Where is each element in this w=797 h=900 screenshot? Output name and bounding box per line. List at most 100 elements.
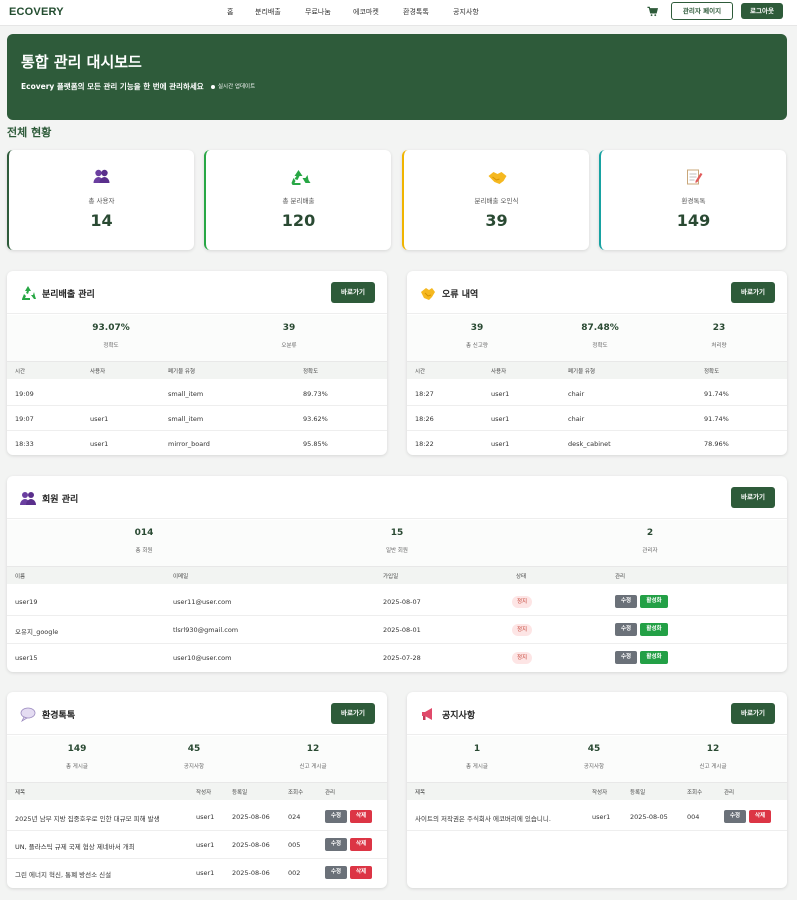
stats-row: 014 총 회원 15 일반 회원 2 관리자 xyxy=(7,520,787,566)
cell-joined: 2025-07-28 xyxy=(383,654,421,662)
stat-value: 87.48% xyxy=(581,323,619,333)
table-row[interactable]: user19 user11@user.com 2025-08-07 정지 수정 … xyxy=(7,587,787,616)
stat-value: 1 xyxy=(473,744,481,754)
memo-icon xyxy=(687,169,703,185)
stat-value: 39 xyxy=(282,323,296,333)
table-row[interactable]: 18:22 user1 desk_cabinet 78.96% xyxy=(407,431,787,455)
status-badge: 정지 xyxy=(512,652,533,664)
column-header: 등록일 xyxy=(630,790,646,796)
cell-user: user1 xyxy=(90,415,109,423)
cell-time: 19:07 xyxy=(15,415,34,423)
users-icon xyxy=(20,492,36,505)
table-row[interactable]: 2025년 남부 지방 집중호우로 인한 대규모 피해 발생 user1 202… xyxy=(7,803,387,831)
nav-link-talk[interactable]: 환경톡톡 xyxy=(403,7,429,17)
recycle-go-button[interactable]: 바로가기 xyxy=(331,282,375,303)
edit-button[interactable]: 수정 xyxy=(615,623,637,636)
cell-type: mirror_board xyxy=(168,440,210,448)
edit-button[interactable]: 수정 xyxy=(615,595,637,608)
table-row[interactable]: 그린 에너지 혁신, 통폐 방선소 신설 user1 2025-08-06 00… xyxy=(7,859,387,887)
cell-user: user1 xyxy=(491,440,510,448)
table-row[interactable]: 19:07 user1 small_item 93.62% xyxy=(7,406,387,431)
hero-subtitle: Ecovery 플랫폼의 모든 관리 기능을 한 번에 관리하세요 xyxy=(21,82,204,91)
members-go-button[interactable]: 바로가기 xyxy=(731,487,775,508)
card-title: 회원 관리 xyxy=(42,495,79,505)
stat-label-users: 총 사용자 xyxy=(88,197,115,205)
activate-button[interactable]: 활성화 xyxy=(640,651,668,664)
column-header: 시간 xyxy=(15,369,26,375)
delete-button[interactable]: 삭제 xyxy=(350,838,372,851)
activate-button[interactable]: 활성화 xyxy=(640,623,668,636)
dashboard-hero: 통합 관리 대시보드 Ecovery 플랫폼의 모든 관리 기능을 한 번에 관… xyxy=(7,34,787,120)
table-row[interactable]: 18:33 user1 mirror_board 95.85% xyxy=(7,431,387,455)
table-row[interactable]: 사이트의 저작권은 주식회사 에코버리에 있습니니. user1 2025-08… xyxy=(407,803,787,831)
cell-joined: 2025-08-07 xyxy=(383,598,421,606)
column-header: 작성자 xyxy=(196,790,212,796)
table-row[interactable]: 18:26 user1 chair 91.74% xyxy=(407,406,787,431)
table-row[interactable]: UN, 플라스틱 규제 국제 협상 제네바서 개최 user1 2025-08-… xyxy=(7,831,387,859)
stat-label: 일반 회원 xyxy=(386,548,408,554)
column-header: 조회수 xyxy=(687,790,703,796)
logout-button[interactable]: 로그아웃 xyxy=(741,3,783,19)
notice-card: 공지사항 바로가기 1 총 게시글 45 공지사항 12 신고 게시글 제목 작… xyxy=(407,692,787,888)
cell-accuracy: 93.62% xyxy=(303,415,328,423)
edit-button[interactable]: 수정 xyxy=(724,810,746,823)
users-icon xyxy=(93,169,110,183)
edit-button[interactable]: 수정 xyxy=(325,866,347,879)
logo[interactable]: ECOVERY xyxy=(9,6,64,18)
nav-link-recycle[interactable]: 분리배출 xyxy=(255,7,281,17)
cell-title[interactable]: 그린 에너지 혁신, 통폐 방선소 신설 xyxy=(15,869,111,879)
stat-label-recycle: 총 분리배출 xyxy=(282,197,315,205)
table-header: 제목 작성자 등록일 조회수 관리 xyxy=(407,782,787,800)
stat-value: 93.07% xyxy=(92,323,130,333)
column-header: 가입일 xyxy=(383,574,399,580)
activate-button[interactable]: 활성화 xyxy=(640,595,668,608)
cell-email: user10@user.com xyxy=(173,654,232,662)
edit-button[interactable]: 수정 xyxy=(325,810,347,823)
cell-title[interactable]: UN, 플라스틱 규제 국제 협상 제네바서 개최 xyxy=(15,841,135,851)
errors-go-button[interactable]: 바로가기 xyxy=(731,282,775,303)
talk-go-button[interactable]: 바로가기 xyxy=(331,703,375,724)
handshake-icon xyxy=(421,288,435,300)
cell-email: tlsrl930@gmail.com xyxy=(173,626,239,634)
cell-name: user15 xyxy=(15,654,38,662)
megaphone-icon xyxy=(422,708,432,720)
nav-link-home[interactable]: 홈 xyxy=(227,7,233,17)
delete-button[interactable]: 삭제 xyxy=(350,810,372,823)
cart-icon[interactable] xyxy=(647,6,658,17)
cell-accuracy: 91.74% xyxy=(704,415,729,423)
cell-accuracy: 89.73% xyxy=(303,390,328,398)
admin-page-button[interactable]: 관리자 페이지 xyxy=(671,2,733,20)
cell-author: user1 xyxy=(592,813,611,821)
cell-type: chair xyxy=(568,390,585,398)
nav-link-market[interactable]: 에코마켓 xyxy=(353,7,379,17)
table-row[interactable]: 오유지_google tlsrl930@gmail.com 2025-08-01… xyxy=(7,616,787,644)
table-row[interactable]: user15 user10@user.com 2025-07-28 정지 수정 … xyxy=(7,644,787,672)
cell-title[interactable]: 2025년 남부 지방 집중호우로 인한 대규모 피해 발생 xyxy=(15,813,160,823)
cell-user: user1 xyxy=(491,390,510,398)
nav-link-share[interactable]: 무료나눔 xyxy=(305,7,331,17)
cell-title[interactable]: 사이트의 저작권은 주식회사 에코버리에 있습니니. xyxy=(415,813,551,823)
stat-card-users: 총 사용자 14 xyxy=(7,150,194,250)
cell-accuracy: 95.85% xyxy=(303,440,328,448)
edit-button[interactable]: 수정 xyxy=(615,651,637,664)
status-badge: 정지 xyxy=(512,624,533,636)
table-header: 이름 이메일 가입일 상태 관리 xyxy=(7,566,787,584)
delete-button[interactable]: 삭제 xyxy=(350,866,372,879)
card-title: 분리배출 관리 xyxy=(42,290,95,300)
cell-type: small_item xyxy=(168,390,204,398)
card-header: 회원 관리 바로가기 xyxy=(7,476,787,519)
error-history-card: 오류 내역 바로가기 39 총 신고량 87.48% 정확도 23 처리량 시간… xyxy=(407,271,787,455)
edit-button[interactable]: 수정 xyxy=(325,838,347,851)
notice-go-button[interactable]: 바로가기 xyxy=(731,703,775,724)
column-header: 사용자 xyxy=(90,369,106,375)
table-row[interactable]: 19:09 small_item 89.73% xyxy=(7,381,387,406)
stat-value: 45 xyxy=(187,744,201,754)
cell-name: 오유지_google xyxy=(15,628,59,636)
cell-user: user1 xyxy=(90,440,109,448)
nav-link-notice[interactable]: 공지사항 xyxy=(453,7,479,17)
stat-value: 12 xyxy=(306,744,320,754)
table-row[interactable]: 18:27 user1 chair 91.74% xyxy=(407,381,787,406)
delete-button[interactable]: 삭제 xyxy=(749,810,771,823)
card-title: 환경톡톡 xyxy=(42,711,76,721)
cell-author: user1 xyxy=(196,813,215,821)
